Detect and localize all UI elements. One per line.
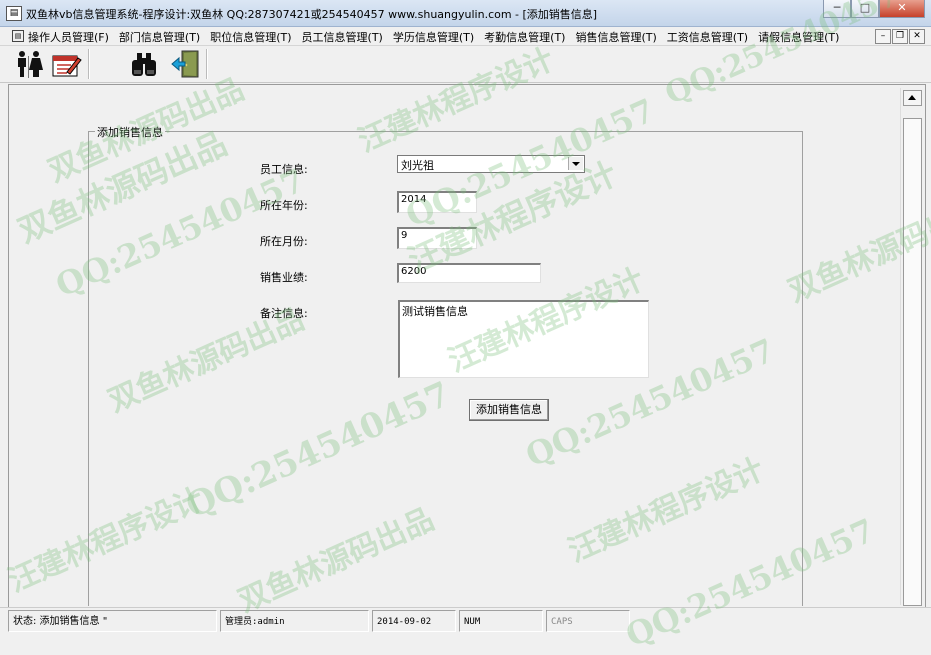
window-title: 双鱼林vb信息管理系统-程序设计:双鱼林 QQ:287307421或254540…	[26, 8, 598, 21]
add-sales-button[interactable]: 添加销售信息	[469, 399, 549, 421]
mdi-child-icon[interactable]: ▤	[12, 30, 24, 42]
menu-education[interactable]: 学历信息管理(T)	[389, 29, 480, 45]
year-input[interactable]: 2014	[397, 191, 477, 213]
app-icon[interactable]: ▤	[6, 6, 22, 21]
toolbar	[0, 46, 931, 83]
menu-position[interactable]: 职位信息管理(T)	[206, 29, 297, 45]
status-num: NUM	[459, 610, 543, 632]
chevron-down-icon[interactable]	[568, 157, 583, 170]
menu-bar: ▤ 操作人员管理(F) 部门信息管理(T) 职位信息管理(T) 员工信息管理(T…	[0, 27, 931, 46]
window-controls: ─ □ ✕	[823, 0, 925, 18]
binoculars-icon[interactable]	[128, 48, 160, 80]
menu-leave[interactable]: 请假信息管理(T)	[754, 29, 845, 45]
employee-select[interactable]: 刘光祖	[397, 155, 585, 173]
toolbar-separator	[88, 49, 90, 79]
toolbar-separator	[206, 49, 208, 79]
sales-input[interactable]: 6200	[397, 263, 541, 283]
mdi-minimize-button[interactable]: –	[875, 29, 891, 44]
notepad-icon[interactable]	[50, 48, 82, 80]
status-state: 状态: 添加销售信息 "	[8, 610, 217, 632]
people-icon[interactable]	[14, 48, 46, 80]
status-bar: 状态: 添加销售信息 " 管理员:admin 2014-09-02 NUM CA…	[0, 607, 931, 641]
menu-operator[interactable]: 操作人员管理(F)	[24, 29, 115, 45]
year-label: 所在年份:	[260, 199, 308, 212]
status-admin: 管理员:admin	[220, 610, 369, 632]
month-input[interactable]: 9	[397, 227, 477, 249]
menu-employee[interactable]: 员工信息管理(T)	[298, 29, 389, 45]
exit-door-icon[interactable]	[170, 48, 202, 80]
status-caps: CAPS	[546, 610, 630, 632]
mdi-controls: – ❐ ✕	[875, 29, 925, 44]
menu-sales[interactable]: 销售信息管理(T)	[571, 29, 662, 45]
status-date: 2014-09-02	[372, 610, 456, 632]
mdi-restore-button[interactable]: ❐	[892, 29, 908, 44]
title-bar: ▤ 双鱼林vb信息管理系统-程序设计:双鱼林 QQ:287307421或2545…	[0, 0, 931, 27]
vertical-scrollbar[interactable]	[900, 88, 923, 606]
remark-label: 备注信息:	[260, 307, 308, 320]
employee-label: 员工信息:	[260, 163, 308, 176]
maximize-button[interactable]: □	[851, 0, 879, 18]
frame-title: 添加销售信息	[95, 124, 165, 140]
menu-salary[interactable]: 工资信息管理(T)	[663, 29, 754, 45]
sales-label: 销售业绩:	[260, 271, 308, 284]
close-button[interactable]: ✕	[879, 0, 925, 18]
scroll-up-button[interactable]	[903, 90, 922, 106]
month-label: 所在月份:	[260, 235, 308, 248]
mdi-close-button[interactable]: ✕	[909, 29, 925, 44]
minimize-button[interactable]: ─	[823, 0, 851, 18]
remark-textarea[interactable]: 测试销售信息	[398, 300, 649, 378]
menu-attendance[interactable]: 考勤信息管理(T)	[480, 29, 571, 45]
employee-select-value: 刘光祖	[401, 159, 434, 172]
menu-department[interactable]: 部门信息管理(T)	[115, 29, 206, 45]
scroll-thumb[interactable]	[903, 118, 922, 606]
